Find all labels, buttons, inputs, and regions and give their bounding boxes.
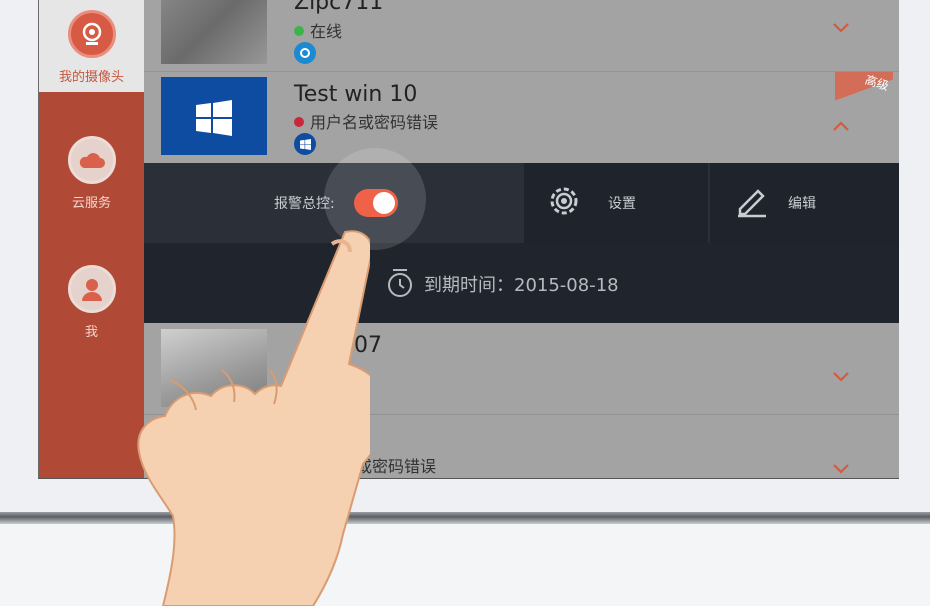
windows-logo-icon (196, 100, 232, 136)
status-dot (294, 117, 304, 127)
premium-ribbon: 高级 (835, 72, 893, 108)
chevron-down-icon[interactable] (833, 367, 849, 386)
edit-button[interactable]: 编辑 (710, 163, 899, 243)
sidebar-item-cloud[interactable]: 云服务 (39, 136, 144, 211)
pencil-icon (738, 189, 766, 218)
sidebar-item-label: 云服务 (71, 196, 111, 211)
toggle-knob (373, 192, 395, 214)
expiry-date: 到期时间：2015-08-18 (424, 275, 619, 296)
windows-badge-icon (294, 133, 316, 155)
device-status: 用户名或密码错误 (294, 109, 438, 133)
device-row[interactable]: Test win 10 用户名或密码错误 (144, 72, 899, 164)
device-thumbnail (161, 0, 267, 64)
device-name: Zipc711 (294, 0, 384, 15)
camera-icon (67, 10, 116, 58)
settings-button[interactable]: 设置 (524, 163, 708, 243)
chevron-down-icon[interactable] (833, 459, 849, 478)
user-icon (67, 265, 116, 313)
pointing-hand-illustration (137, 230, 370, 606)
settings-label: 设置 (608, 196, 636, 212)
device-row[interactable]: Zipc711 在线 (144, 0, 899, 72)
cloud-icon (67, 136, 116, 184)
clock-icon (388, 269, 412, 297)
device-thumbnail (161, 77, 267, 155)
chevron-up-icon[interactable] (833, 116, 849, 135)
sidebar-item-label: 我的摄像头 (58, 70, 124, 85)
camera-badge-icon (294, 42, 316, 64)
device-name: Test win 10 (294, 82, 418, 107)
edit-label: 编辑 (788, 196, 816, 212)
gear-icon (550, 187, 578, 215)
device-status: 在线 (294, 18, 342, 42)
status-dot (294, 26, 304, 36)
alarm-toggle[interactable] (354, 189, 398, 217)
chevron-down-icon[interactable] (833, 18, 849, 37)
sidebar-item-my-cameras[interactable]: 我的摄像头 (39, 0, 144, 92)
